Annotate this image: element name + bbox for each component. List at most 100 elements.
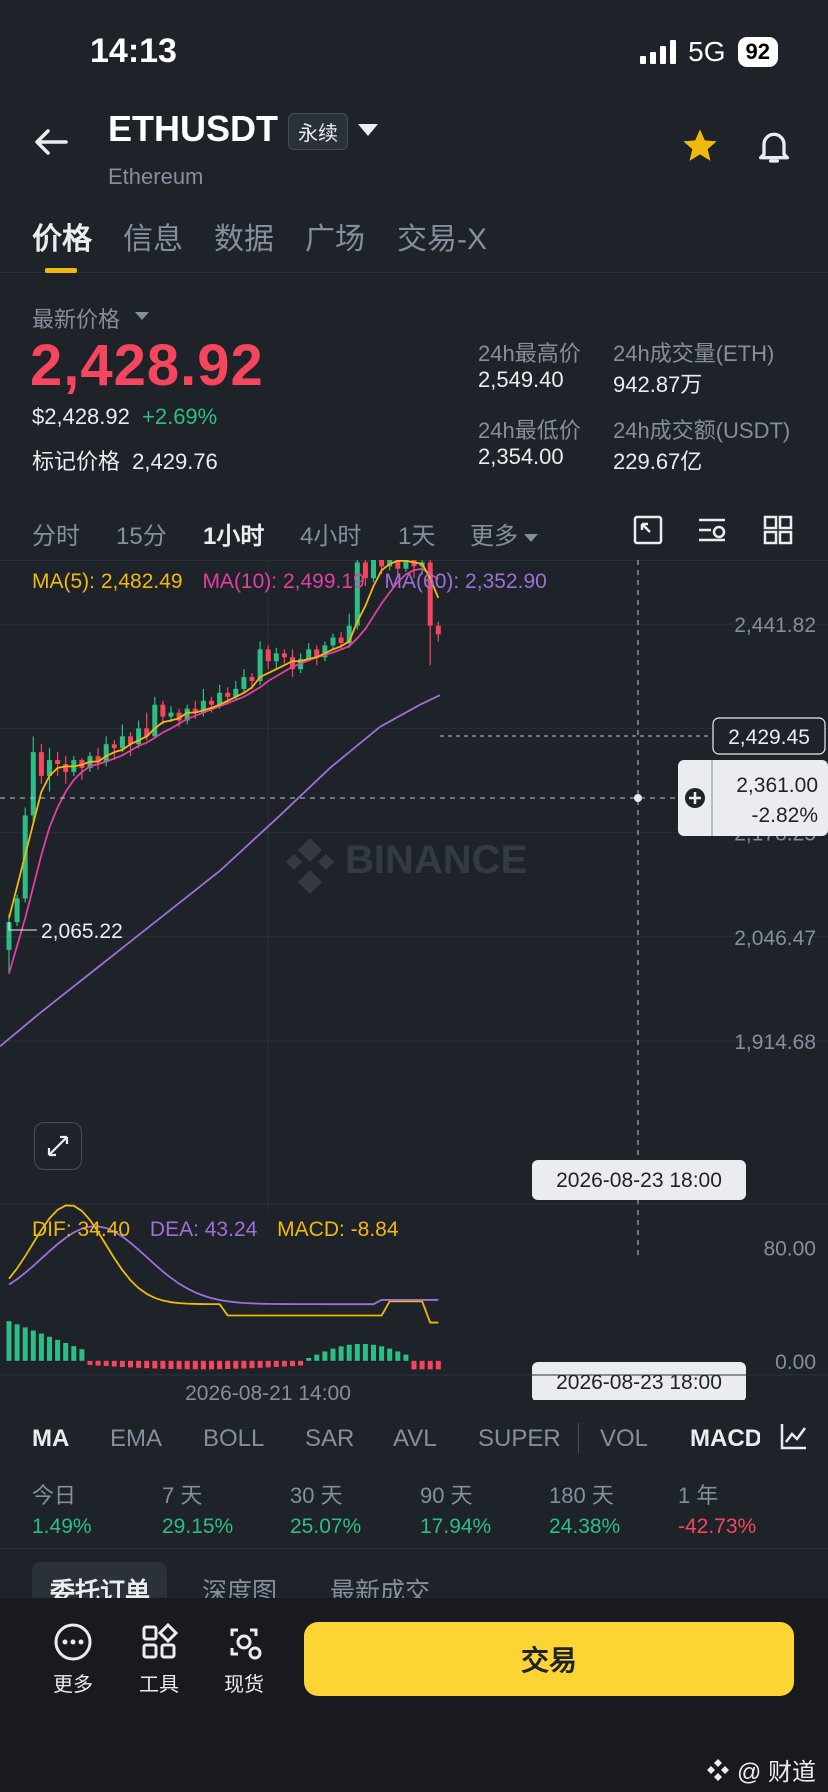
perf-today-label: 今日 [32,1483,77,1508]
tabs-divider [0,272,828,273]
tf-4h[interactable]: 4小时 [300,516,361,551]
tab-price[interactable]: 价格 [32,214,92,258]
macd-bar [119,1360,125,1367]
trade-button[interactable]: 交易 [304,1622,794,1696]
tab-trade-x[interactable]: 交易-X [397,214,487,258]
macd-bar [103,1360,109,1367]
mark-price-label: 标记价格 [32,449,121,474]
ma-legend: MA(5): 2,482.49 MA(10): 2,499.19 MA(60):… [32,570,547,594]
indicator-boll[interactable]: BOLL [203,1425,264,1453]
macd-bar [419,1360,425,1370]
indicator-super[interactable]: SUPER [478,1425,561,1453]
candle [306,649,312,659]
more-label: 更多 [53,1674,93,1696]
macd-bar [281,1360,287,1367]
tools-button[interactable]: 工具 [124,1622,194,1697]
expand-chart-button[interactable] [34,1122,82,1170]
last-price: 2,428.92 [30,333,264,398]
symbol-title[interactable]: ETHUSDT [108,108,278,150]
favorite-button[interactable] [680,126,720,171]
macd-bar [257,1360,263,1368]
indicator-vol[interactable]: VOL [600,1425,648,1453]
macd-bar [298,1360,304,1366]
active-tab-indicator [45,268,77,273]
macd-bar [354,1343,360,1361]
mark-price-row: 标记价格 2,429.76 [32,444,218,476]
candle [103,744,109,762]
macd-bar [217,1360,223,1370]
perf-7d-label: 7 天 [162,1483,203,1508]
candle [281,653,287,658]
candle [55,760,61,765]
crosshair-dot [634,794,642,802]
layout-button[interactable] [762,514,794,546]
tf-timeshare[interactable]: 分时 [32,516,80,551]
tf-1d[interactable]: 1天 [398,516,435,551]
chart-settings-button[interactable] [696,514,728,546]
candle [241,677,247,689]
perf-30d: 25.07% [290,1515,362,1538]
candle [111,744,117,749]
caret-down-icon[interactable] [135,312,149,320]
tab-info[interactable]: 信息 [123,214,183,258]
performance-divider [0,1548,828,1549]
tf-1h[interactable]: 1小时 [203,516,264,551]
candle [160,704,166,717]
spot-button[interactable]: 现货 [209,1622,279,1697]
macd-bar [14,1324,20,1361]
back-button[interactable] [32,122,72,162]
stat-24h-high: 2,549.40 [478,367,564,392]
indicator-sar[interactable]: SAR [305,1425,354,1453]
macd-bar [265,1360,271,1368]
fullscreen-chart-button[interactable] [632,514,664,546]
candle [379,560,385,567]
symbol-dropdown-icon[interactable] [358,124,378,136]
indicator-ema[interactable]: EMA [110,1425,162,1453]
macd-bar [79,1349,85,1361]
chart-settings-icon [699,518,726,542]
perf-30d-label: 30 天 [290,1483,343,1508]
stat-24h-turnover: 229.67亿 [613,449,703,474]
alert-button[interactable] [754,126,794,171]
indicator-separator [578,1423,579,1453]
candle [249,677,255,681]
tf-more[interactable]: 更多 [470,516,538,551]
perf-90d: 17.94% [420,1515,492,1538]
crosshair-change: -2.82% [751,804,818,827]
stat-24h-turnover-label: 24h成交额(USDT) [613,418,791,443]
indicator-macd[interactable]: MACD [690,1425,760,1453]
diamond-logo-icon [706,1758,729,1781]
macd-bar [63,1342,69,1361]
macd-bar [233,1360,239,1369]
macd-bar [427,1360,433,1370]
macd-bar [136,1360,142,1368]
macd-bar [144,1360,150,1369]
macd-bar [47,1336,52,1361]
crosshair-time: 2026-08-23 18:00 [556,1371,722,1394]
network-label: 5G [688,36,726,67]
tf-15m[interactable]: 15分 [116,516,167,551]
indicator-avl[interactable]: AVL [393,1425,437,1453]
source-watermark: @ 财道 [705,1752,816,1787]
battery-icon: 92 [737,37,778,67]
macd-bar [152,1360,158,1369]
macd-bar [30,1330,36,1361]
macd-bar [209,1360,214,1370]
macd-bar [273,1360,279,1367]
macd-bar [6,1321,12,1361]
tab-data[interactable]: 数据 [214,214,274,258]
more-button[interactable]: 更多 [38,1622,108,1697]
dif-value: DIF: 34.40 [32,1218,131,1241]
perf-90d-label: 90 天 [420,1483,473,1508]
tab-square[interactable]: 广场 [305,214,365,258]
indicator-settings-button[interactable] [778,1420,810,1457]
y-axis-tick: 2,046.47 [734,927,816,950]
indicator-ma[interactable]: MA [32,1425,69,1453]
macd-bar [403,1354,409,1361]
mark-price: 2,429.76 [132,449,218,474]
perf-180d-label: 180 天 [549,1483,614,1508]
macd-bar [322,1351,328,1361]
status-icons: 5G 92 [640,36,778,68]
candlestick-chart[interactable]: BINANCE 2,573.612,441.822,310.042,178.25… [0,560,828,1400]
latest-price-label[interactable]: 最新价格 [32,302,120,334]
